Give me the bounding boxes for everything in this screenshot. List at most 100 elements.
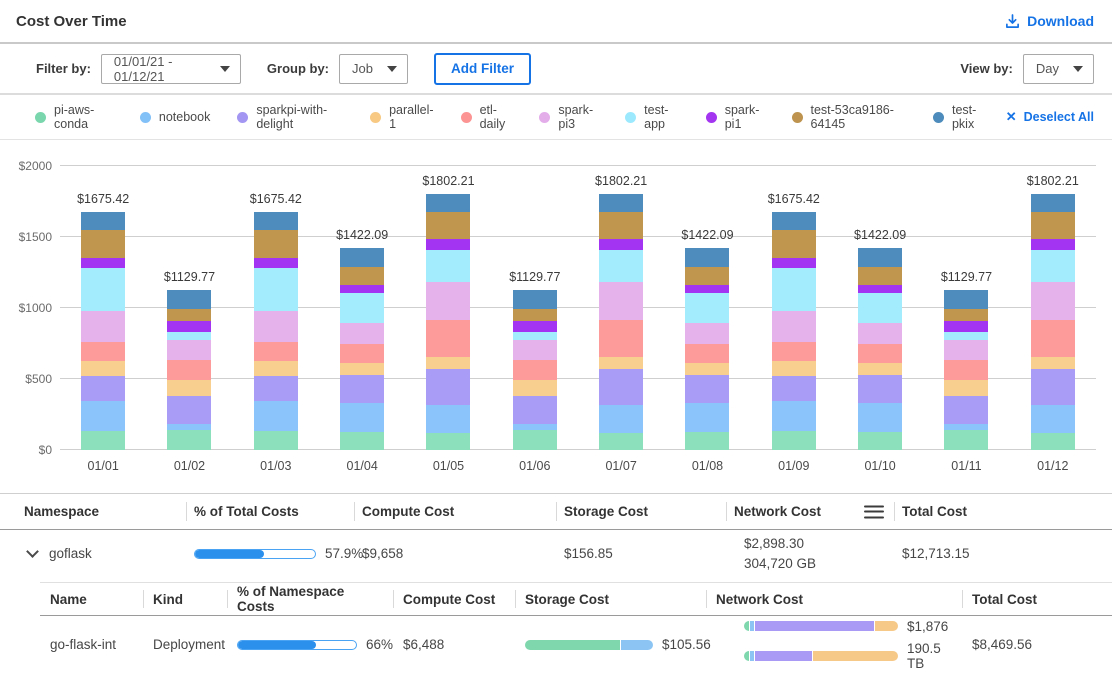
column-header-namespace[interactable]: Namespace	[16, 494, 186, 529]
bar-segment-parallel-1[interactable]	[1031, 357, 1075, 369]
bar-segment-parallel-1[interactable]	[944, 380, 988, 396]
bar-segment-test-app[interactable]	[1031, 250, 1075, 282]
legend-item-sparkpi-with-delight[interactable]: sparkpi-with-delight	[237, 103, 343, 131]
bar-segment-spark-pi3[interactable]	[599, 282, 643, 320]
bar-segment-notebook[interactable]	[685, 403, 729, 432]
bar-segment-parallel-1[interactable]	[340, 363, 384, 375]
legend-item-etl-daily[interactable]: etl-daily	[461, 103, 513, 131]
bar-segment-test-pkix[interactable]	[513, 290, 557, 309]
bar-segment-sparkpi-with-delight[interactable]	[772, 376, 816, 401]
bar-segment-test-53ca9186-64145[interactable]	[426, 212, 470, 239]
bar-segment-spark-pi3[interactable]	[167, 340, 211, 361]
bar-segment-notebook[interactable]	[858, 403, 902, 432]
bar-segment-test-pkix[interactable]	[1031, 194, 1075, 212]
bar-segment-parallel-1[interactable]	[254, 361, 298, 376]
bar-segment-test-53ca9186-64145[interactable]	[1031, 212, 1075, 239]
column-header-name[interactable]: Name	[40, 583, 143, 615]
stacked-bar-01/11[interactable]	[944, 290, 988, 450]
column-header-compute[interactable]: Compute Cost	[393, 583, 515, 615]
bar-segment-test-pkix[interactable]	[426, 194, 470, 212]
bar-segment-test-app[interactable]	[599, 250, 643, 282]
bar-segment-test-app[interactable]	[426, 250, 470, 282]
bar-segment-spark-pi1[interactable]	[513, 321, 557, 332]
bar-segment-test-53ca9186-64145[interactable]	[81, 230, 125, 258]
bar-segment-pi-aws-conda[interactable]	[858, 432, 902, 450]
legend-item-spark-pi3[interactable]: spark-pi3	[539, 103, 598, 131]
bar-segment-test-pkix[interactable]	[167, 290, 211, 309]
bar-segment-pi-aws-conda[interactable]	[167, 430, 211, 450]
bar-segment-test-app[interactable]	[340, 293, 384, 323]
bar-segment-spark-pi3[interactable]	[1031, 282, 1075, 320]
bar-segment-etl-daily[interactable]	[513, 360, 557, 380]
bar-segment-etl-daily[interactable]	[426, 320, 470, 357]
bar-segment-spark-pi3[interactable]	[685, 323, 729, 344]
column-header-pct-total[interactable]: % of Total Costs	[186, 494, 354, 529]
bar-segment-test-pkix[interactable]	[858, 248, 902, 267]
bar-segment-parallel-1[interactable]	[426, 357, 470, 369]
bar-segment-test-53ca9186-64145[interactable]	[772, 230, 816, 258]
bar-segment-spark-pi1[interactable]	[944, 321, 988, 332]
bar-segment-test-pkix[interactable]	[340, 248, 384, 267]
bar-segment-pi-aws-conda[interactable]	[599, 433, 643, 450]
bar-segment-sparkpi-with-delight[interactable]	[340, 375, 384, 403]
bar-segment-notebook[interactable]	[340, 403, 384, 432]
bar-segment-sparkpi-with-delight[interactable]	[599, 369, 643, 405]
column-header-compute[interactable]: Compute Cost	[354, 494, 556, 529]
bar-segment-parallel-1[interactable]	[599, 357, 643, 369]
deselect-all-button[interactable]: ✕ Deselect All	[1006, 109, 1094, 125]
column-header-storage[interactable]: Storage Cost	[515, 583, 706, 615]
bar-segment-pi-aws-conda[interactable]	[81, 431, 125, 450]
bar-segment-notebook[interactable]	[254, 401, 298, 431]
bar-segment-sparkpi-with-delight[interactable]	[944, 396, 988, 424]
bar-segment-test-app[interactable]	[513, 332, 557, 340]
bar-segment-spark-pi3[interactable]	[513, 340, 557, 361]
bar-segment-pi-aws-conda[interactable]	[340, 432, 384, 450]
bar-segment-parallel-1[interactable]	[772, 361, 816, 376]
stacked-bar-01/12[interactable]	[1031, 194, 1075, 450]
bar-segment-etl-daily[interactable]	[254, 342, 298, 361]
bar-segment-pi-aws-conda[interactable]	[944, 430, 988, 450]
bar-segment-pi-aws-conda[interactable]	[426, 433, 470, 450]
bar-segment-parallel-1[interactable]	[167, 380, 211, 396]
legend-item-notebook[interactable]: notebook	[140, 110, 210, 124]
bar-segment-test-53ca9186-64145[interactable]	[254, 230, 298, 258]
bar-segment-spark-pi3[interactable]	[426, 282, 470, 320]
add-filter-button[interactable]: Add Filter	[434, 53, 531, 85]
download-button[interactable]: Download	[1005, 13, 1094, 29]
stacked-bar-01/07[interactable]	[599, 194, 643, 450]
bar-segment-parallel-1[interactable]	[81, 361, 125, 376]
bar-segment-test-app[interactable]	[254, 268, 298, 311]
bar-segment-spark-pi1[interactable]	[1031, 239, 1075, 250]
bar-segment-notebook[interactable]	[1031, 405, 1075, 433]
bar-segment-spark-pi3[interactable]	[858, 323, 902, 344]
stacked-bar-01/03[interactable]	[254, 212, 298, 450]
date-range-dropdown[interactable]: 01/01/21 - 01/12/21	[101, 54, 241, 84]
legend-item-test-app[interactable]: test-app	[625, 103, 679, 131]
bar-segment-spark-pi3[interactable]	[772, 311, 816, 342]
bar-segment-test-53ca9186-64145[interactable]	[340, 267, 384, 285]
bar-segment-sparkpi-with-delight[interactable]	[858, 375, 902, 403]
bar-segment-parallel-1[interactable]	[685, 363, 729, 375]
bar-segment-notebook[interactable]	[81, 401, 125, 431]
stacked-bar-01/05[interactable]	[426, 194, 470, 450]
bar-segment-notebook[interactable]	[772, 401, 816, 431]
bar-segment-etl-daily[interactable]	[81, 342, 125, 361]
bar-segment-spark-pi3[interactable]	[81, 311, 125, 342]
bar-segment-pi-aws-conda[interactable]	[254, 431, 298, 450]
legend-item-parallel-1[interactable]: parallel-1	[370, 103, 433, 131]
bar-segment-test-pkix[interactable]	[944, 290, 988, 309]
bar-segment-spark-pi1[interactable]	[426, 239, 470, 250]
column-header-total[interactable]: Total Cost	[962, 583, 1112, 615]
stacked-bar-01/09[interactable]	[772, 212, 816, 450]
group-by-dropdown[interactable]: Job	[339, 54, 408, 84]
bar-segment-spark-pi1[interactable]	[599, 239, 643, 250]
column-header-network[interactable]: Network Cost	[726, 494, 894, 529]
bar-segment-test-53ca9186-64145[interactable]	[944, 309, 988, 322]
bar-segment-pi-aws-conda[interactable]	[772, 431, 816, 450]
bar-segment-spark-pi3[interactable]	[944, 340, 988, 361]
column-header-storage[interactable]: Storage Cost	[556, 494, 726, 529]
bar-segment-test-53ca9186-64145[interactable]	[167, 309, 211, 322]
chevron-down-icon[interactable]	[26, 545, 39, 558]
legend-item-pi-aws-conda[interactable]: pi-aws-conda	[35, 103, 113, 131]
stacked-bar-01/02[interactable]	[167, 290, 211, 450]
